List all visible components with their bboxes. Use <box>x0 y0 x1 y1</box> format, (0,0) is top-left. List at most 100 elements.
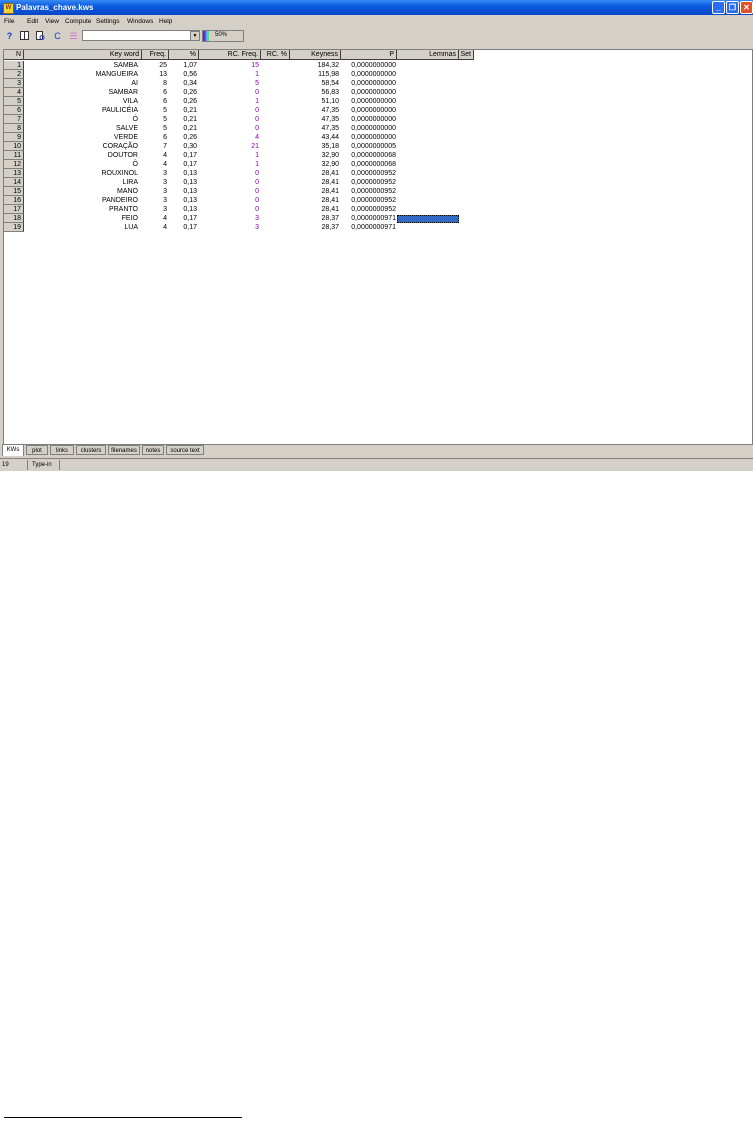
table-row[interactable]: 16 PANDEIRO 3 0,13 0 28,41 0,0000000952 <box>4 196 504 205</box>
row-number-cell[interactable]: 7 <box>4 115 24 124</box>
keyness-cell: 28,41 <box>321 170 339 177</box>
row-number-cell[interactable]: 16 <box>4 196 24 205</box>
percent-cell: 0,26 <box>183 89 197 96</box>
refresh-icon[interactable]: C <box>53 31 62 41</box>
search-input[interactable] <box>82 30 200 41</box>
column-header-rc-freq[interactable]: RC. Freq. <box>199 50 261 60</box>
keyness-cell: 35,18 <box>321 143 339 150</box>
tab-plot[interactable]: plot <box>26 445 48 455</box>
column-header-n[interactable]: N <box>4 50 24 60</box>
row-number-cell[interactable]: 8 <box>4 124 24 133</box>
column-header-percent[interactable]: % <box>169 50 199 60</box>
column-header-set[interactable]: Set <box>459 50 474 60</box>
menu-view[interactable]: View <box>45 18 59 25</box>
row-number-cell[interactable]: 3 <box>4 79 24 88</box>
tab-notes[interactable]: notes <box>142 445 164 455</box>
title-bar[interactable]: W Palavras_chave.kws _ ❐ ✕ <box>0 0 753 15</box>
rc-percent-cell <box>261 214 288 223</box>
keyness-cell: 28,37 <box>321 224 339 231</box>
column-header-lemmas[interactable]: Lemmas <box>397 50 459 60</box>
table-row[interactable]: 6 PAULICÉIA 5 0,21 0 47,35 0,0000000000 <box>4 106 504 115</box>
p-cell: 0,0000000000 <box>351 107 396 114</box>
table-row[interactable]: 11 DOUTOR 4 0,17 1 32,90 0,0000000068 <box>4 151 504 160</box>
row-number-cell[interactable]: 14 <box>4 178 24 187</box>
table-row[interactable]: 7 Ó 5 0,21 0 47,35 0,0000000000 <box>4 115 504 124</box>
maximize-button[interactable]: ❐ <box>726 1 739 14</box>
tab-filenames[interactable]: filenames <box>108 445 140 455</box>
row-number-cell[interactable]: 9 <box>4 133 24 142</box>
search-document-icon[interactable] <box>36 31 45 41</box>
column-header-freq[interactable]: Freq. <box>142 50 169 60</box>
column-header-keyword[interactable]: Key word <box>24 50 142 60</box>
row-number-cell[interactable]: 19 <box>4 223 24 232</box>
list-icon[interactable]: ☰ <box>69 31 78 41</box>
column-header-rc-percent[interactable]: RC. % <box>261 50 290 60</box>
table-row[interactable]: 5 VILA 6 0,26 1 51,10 0,0000000000 <box>4 97 504 106</box>
menu-compute[interactable]: Compute <box>65 18 91 25</box>
keyword-cell: SAMBA <box>113 62 138 69</box>
table-row[interactable]: 14 LIRA 3 0,13 0 28,41 0,0000000952 <box>4 178 504 187</box>
freq-cell: 13 <box>159 71 167 78</box>
keyness-cell: 51,10 <box>321 98 339 105</box>
table-row[interactable]: 1 SAMBA 25 1,07 15 184,32 0,0000000000 <box>4 61 504 70</box>
menu-help[interactable]: Help <box>159 18 172 25</box>
row-number-cell[interactable]: 11 <box>4 151 24 160</box>
table-row[interactable]: 17 PRANTO 3 0,13 0 28,41 0,0000000952 <box>4 205 504 214</box>
selected-lemmas-cell[interactable] <box>397 215 459 223</box>
table-row[interactable]: 10 CORAÇÃO 7 0,30 21 35,18 0,0000000005 <box>4 142 504 151</box>
percent-cell: 0,13 <box>183 206 197 213</box>
columns-icon[interactable] <box>20 31 29 41</box>
tab-links[interactable]: links <box>50 445 74 455</box>
table-row[interactable]: 18 FEIO 4 0,17 3 28,37 0,0000000971 <box>4 214 504 223</box>
keyword-cell: DOUTOR <box>107 152 138 159</box>
row-number-cell[interactable]: 4 <box>4 88 24 97</box>
freq-cell: 8 <box>163 80 167 87</box>
percent-cell: 0,30 <box>183 143 197 150</box>
freq-cell: 3 <box>163 188 167 195</box>
table-row[interactable]: 4 SAMBAR 6 0,26 0 56,83 0,0000000000 <box>4 88 504 97</box>
table-row[interactable]: 9 VERDE 6 0,26 4 43,44 0,0000000000 <box>4 133 504 142</box>
freq-cell: 3 <box>163 179 167 186</box>
rc-percent-cell <box>261 124 288 133</box>
row-number-cell[interactable]: 1 <box>4 61 24 70</box>
table-row[interactable]: 12 Ô 4 0,17 1 32,90 0,0000000068 <box>4 160 504 169</box>
row-number-cell[interactable]: 5 <box>4 97 24 106</box>
column-header-keyness[interactable]: Keyness <box>290 50 341 60</box>
rc-percent-cell <box>261 178 288 187</box>
rc-freq-cell: 0 <box>255 107 259 114</box>
table-row[interactable]: 2 MANGUEIRA 13 0,56 1 115,98 0,0000000000 <box>4 70 504 79</box>
help-icon[interactable]: ? <box>5 31 14 41</box>
tab-source-text[interactable]: source text <box>166 445 204 455</box>
chevron-down-icon[interactable]: ▼ <box>190 31 200 41</box>
menu-edit[interactable]: Edit <box>27 18 38 25</box>
table-row[interactable]: 3 AI 8 0,34 5 58,54 0,0000000000 <box>4 79 504 88</box>
row-number-cell[interactable]: 13 <box>4 169 24 178</box>
row-number-cell[interactable]: 15 <box>4 187 24 196</box>
table-row[interactable]: 19 LUA 4 0,17 3 28,37 0,0000000971 <box>4 223 504 232</box>
freq-cell: 6 <box>163 89 167 96</box>
row-number-cell[interactable]: 12 <box>4 160 24 169</box>
minimize-button[interactable]: _ <box>712 1 725 14</box>
rc-percent-cell <box>261 88 288 97</box>
row-number-cell[interactable]: 18 <box>4 214 24 223</box>
table-row[interactable]: 15 MANO 3 0,13 0 28,41 0,0000000952 <box>4 187 504 196</box>
percent-cell: 0,17 <box>183 161 197 168</box>
p-cell: 0,0000000000 <box>351 80 396 87</box>
keyness-cell: 47,35 <box>321 107 339 114</box>
row-number-cell[interactable]: 17 <box>4 205 24 214</box>
keyword-cell: PRANTO <box>108 206 138 213</box>
row-number-cell[interactable]: 10 <box>4 142 24 151</box>
menu-windows[interactable]: Windows <box>127 18 153 25</box>
row-number-cell[interactable]: 2 <box>4 70 24 79</box>
tab-kws[interactable]: KWs <box>2 444 24 456</box>
status-bar: 19 Type-in <box>0 458 753 471</box>
row-number-cell[interactable]: 6 <box>4 106 24 115</box>
table-row[interactable]: 8 SALVE 5 0,21 0 47,35 0,0000000000 <box>4 124 504 133</box>
close-button[interactable]: ✕ <box>740 1 753 14</box>
tab-clusters[interactable]: clusters <box>76 445 106 455</box>
column-header-p[interactable]: P <box>341 50 397 60</box>
menu-settings[interactable]: Settings <box>96 18 120 25</box>
keyword-grid[interactable]: N Key word Freq. % RC. Freq. RC. % Keyne… <box>3 49 753 445</box>
menu-file[interactable]: File <box>4 18 14 25</box>
table-row[interactable]: 13 ROUXINOL 3 0,13 0 28,41 0,0000000952 <box>4 169 504 178</box>
